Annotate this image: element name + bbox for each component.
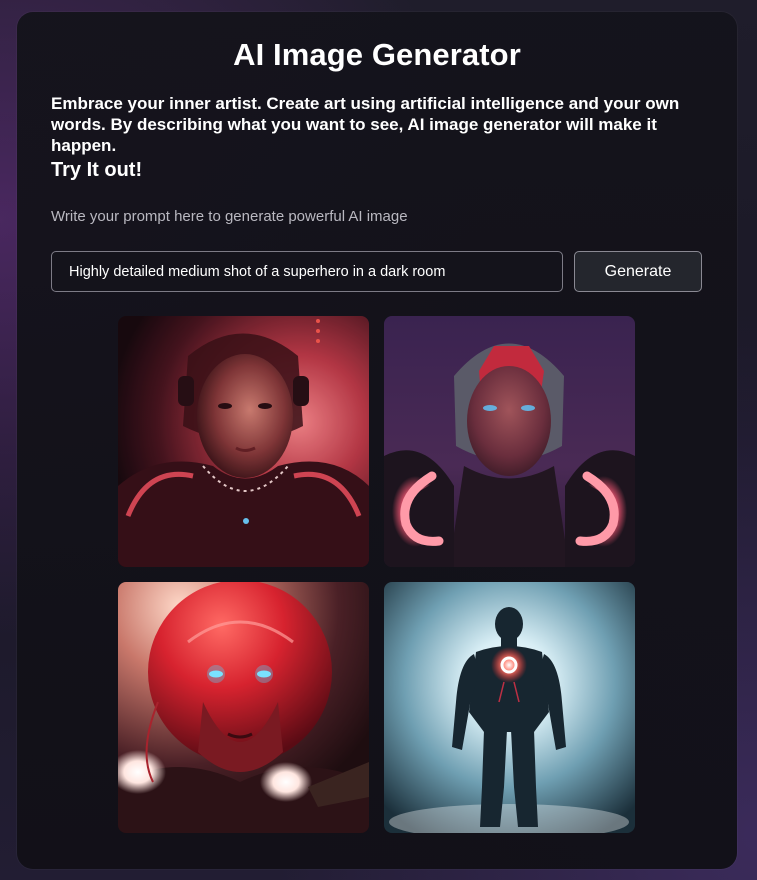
generated-images-grid: [118, 316, 635, 833]
generated-image-2[interactable]: [384, 316, 635, 567]
generator-card: AI Image Generator Embrace your inner ar…: [17, 12, 737, 869]
prompt-input[interactable]: [51, 251, 563, 292]
generated-image-1[interactable]: [118, 316, 369, 567]
intro-description: Embrace your inner artist. Create art us…: [51, 94, 680, 155]
generated-image-3[interactable]: [118, 582, 369, 833]
generate-button[interactable]: Generate: [574, 251, 702, 292]
red-helmet-cyborg-image: [118, 582, 369, 833]
prompt-label: Write your prompt here to generate power…: [51, 208, 408, 225]
generated-image-4[interactable]: [384, 582, 635, 833]
cyborg-woman-image: [118, 316, 369, 567]
silhouette-hero-image: [384, 582, 635, 833]
page-title: AI Image Generator: [233, 37, 521, 72]
cyborg-neon-image: [384, 316, 635, 567]
call-to-action-text: Try It out!: [51, 159, 143, 181]
